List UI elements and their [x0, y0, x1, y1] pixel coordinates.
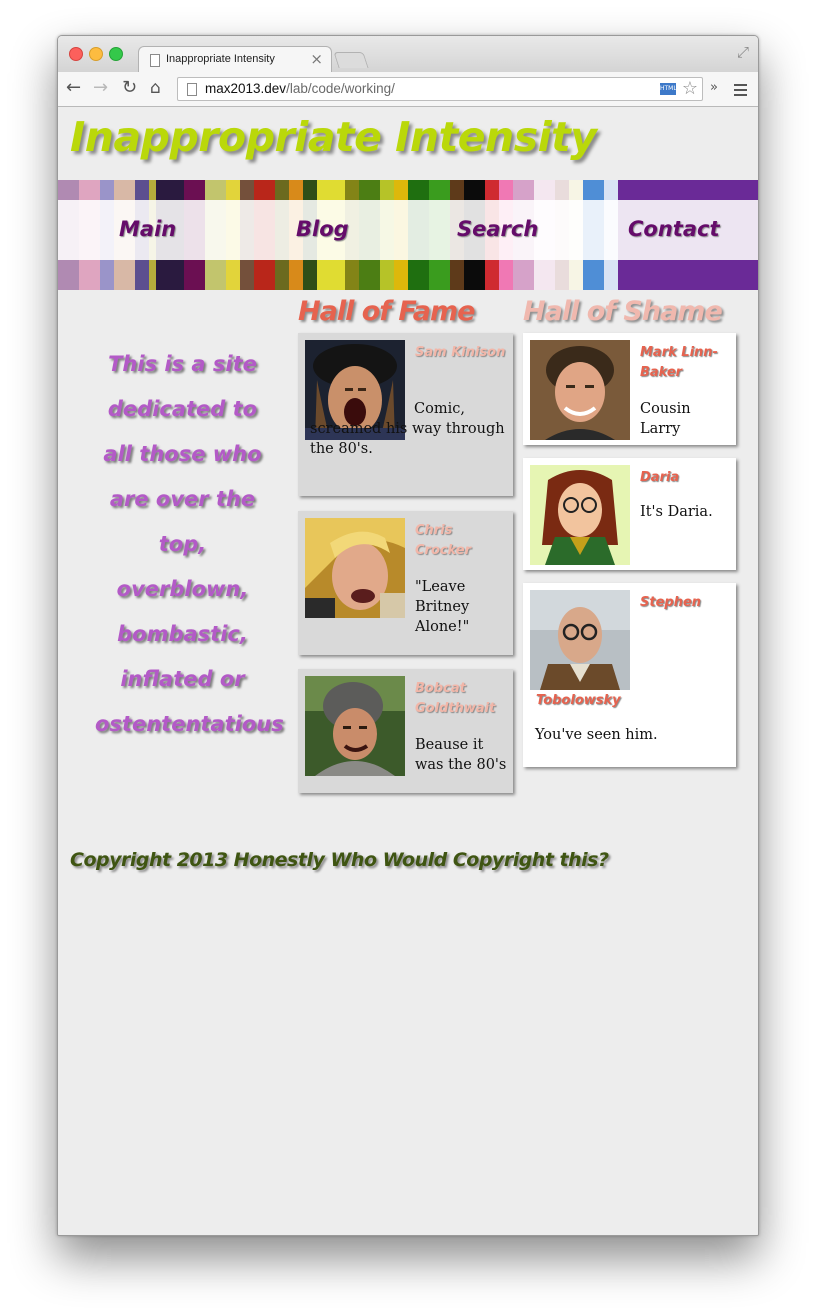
card-name: Daria	[640, 470, 680, 485]
tab-title: Inappropriate Intensity	[166, 53, 275, 65]
shame-card: Mark Linn-Baker Cousin Larry	[523, 333, 736, 445]
card-description: Comic, screamed his way through the 80's…	[310, 399, 510, 459]
browser-tab[interactable]: Inappropriate Intensity ×	[138, 46, 332, 74]
chevrons-icon[interactable]: »	[710, 80, 718, 95]
fame-card: Chris Crocker "Leave Britney Alone!"	[298, 511, 513, 655]
address-bar[interactable]: max2013.dev/lab/code/working/ HTML ☆	[177, 77, 703, 101]
url-path: /lab/code/working/	[286, 81, 395, 96]
expand-icon[interactable]: ⤢	[737, 43, 749, 61]
maximize-window-button[interactable]	[109, 47, 123, 61]
card-description: It's Daria.	[640, 502, 734, 522]
url-host: max2013.dev	[205, 81, 287, 96]
nav-link-search[interactable]: Search	[457, 217, 538, 241]
hall-of-fame-heading: Hall of Fame	[298, 296, 475, 327]
tab-bar: Inappropriate Intensity × ⤢	[58, 36, 758, 74]
page-icon	[187, 83, 197, 96]
card-name: Chris Crocker	[415, 523, 471, 558]
nav-banner: Main Blog Search Contact	[58, 180, 758, 290]
star-icon[interactable]: ☆	[682, 78, 698, 99]
card-description: "Leave Britney Alone!"	[415, 577, 505, 637]
card-name-continued: Tobolowsky	[536, 693, 621, 708]
fame-card: Sam Kinison Comic, screamed his way thro…	[298, 333, 513, 496]
browser-window: Inappropriate Intensity × ⤢ ← → ↻ ⌂ max2…	[57, 35, 759, 1236]
card-desc-text: "Leave Britney Alone!"	[415, 579, 470, 635]
menu-icon[interactable]	[734, 84, 747, 99]
hall-of-shame-heading: Hall of Shame	[523, 296, 723, 327]
card-photo	[530, 465, 630, 565]
card-photo	[530, 590, 630, 690]
shame-card: Stephen Tobolowsky You've seen him.	[523, 583, 736, 767]
browser-toolbar: ← → ↻ ⌂ max2013.dev/lab/code/working/ HT…	[58, 72, 758, 107]
card-description: You've seen him.	[535, 725, 725, 745]
shame-card: Daria It's Daria.	[523, 458, 736, 570]
nav-bar: Main Blog Search Contact	[58, 200, 758, 260]
card-name: Mark Linn-Baker	[640, 345, 718, 380]
card-photo	[530, 340, 630, 440]
back-arrow-icon[interactable]: ←	[66, 78, 81, 98]
nav-link-contact[interactable]: Contact	[628, 217, 720, 241]
card-desc-text: Comic, screamed his way through the 80's…	[310, 401, 505, 457]
tab-close-icon[interactable]: ×	[310, 50, 323, 68]
page-content: Inappropriate Intensity Main Blog Search…	[58, 107, 758, 1235]
card-description: Cousin Larry	[640, 399, 734, 439]
page-icon	[150, 54, 160, 67]
new-tab-button[interactable]	[333, 52, 369, 68]
fame-card: Bobcat Goldthwait Beause it was the 80's	[298, 669, 513, 793]
site-title: Inappropriate Intensity	[70, 113, 597, 161]
card-description: Beause it was the 80's	[415, 735, 510, 775]
footer-copyright: Copyright 2013 Honestly Who Would Copyri…	[70, 849, 609, 871]
url-text[interactable]: max2013.dev/lab/code/working/	[205, 81, 395, 96]
html-badge-icon[interactable]: HTML	[660, 83, 677, 95]
card-name: Sam Kinison	[415, 345, 506, 360]
card-desc-text: Cousin Larry	[640, 401, 691, 437]
close-window-button[interactable]	[69, 47, 83, 61]
card-desc-text: You've seen him.	[535, 727, 658, 743]
card-desc-text: Beause it was the 80's	[415, 737, 507, 773]
forward-arrow-icon[interactable]: →	[93, 78, 108, 98]
card-name: Stephen	[640, 595, 702, 610]
nav-link-main[interactable]: Main	[119, 217, 176, 241]
card-desc-text: It's Daria.	[640, 504, 713, 520]
reload-icon[interactable]: ↻	[122, 78, 137, 98]
nav-link-blog[interactable]: Blog	[296, 217, 349, 241]
minimize-window-button[interactable]	[89, 47, 103, 61]
intro-text: This is a site dedicated to all those wh…	[95, 352, 284, 736]
home-icon[interactable]: ⌂	[150, 78, 161, 98]
card-photo	[305, 518, 405, 618]
card-photo	[305, 676, 405, 776]
card-name: Bobcat Goldthwait	[415, 681, 496, 716]
